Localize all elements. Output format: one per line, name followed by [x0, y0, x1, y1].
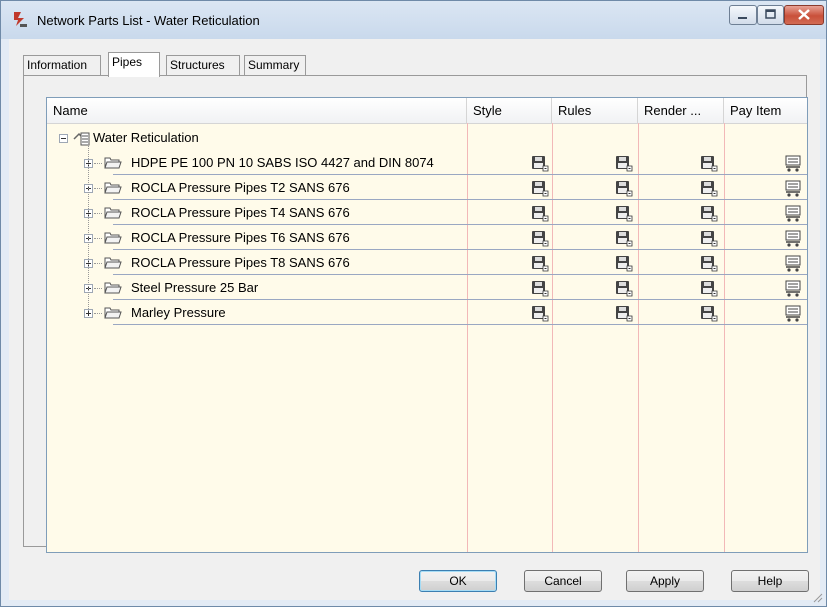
- row-separator: [113, 199, 807, 200]
- tree-connector: [94, 288, 102, 289]
- tree-row[interactable]: Steel Pressure 25 Bar: [47, 276, 807, 300]
- part-family-label: Steel Pressure 25 Bar: [131, 280, 259, 295]
- title-bar[interactable]: Network Parts List - Water Reticulation: [1, 1, 826, 39]
- column-header-rules[interactable]: Rules: [552, 98, 638, 123]
- cancel-button[interactable]: Cancel: [524, 570, 602, 592]
- tree-row[interactable]: ROCLA Pressure Pipes T2 SANS 676: [47, 176, 807, 200]
- tree-root-label: Water Reticulation: [93, 130, 199, 145]
- style-picker-icon[interactable]: [531, 305, 549, 322]
- folder-icon: [104, 207, 122, 219]
- column-divider: [807, 123, 808, 553]
- folder-icon: [104, 282, 122, 294]
- column-header-pay-item[interactable]: Pay Item: [724, 98, 807, 123]
- apply-button[interactable]: Apply: [626, 570, 704, 592]
- tree-connector: [94, 213, 102, 214]
- part-family-label: Marley Pressure: [131, 305, 226, 320]
- rules-picker-icon[interactable]: [615, 205, 633, 222]
- tree-row[interactable]: Marley Pressure: [47, 301, 807, 325]
- rules-picker-icon[interactable]: [615, 255, 633, 272]
- render-material-picker-icon[interactable]: [700, 155, 718, 172]
- column-header-style[interactable]: Style: [467, 98, 552, 123]
- parts-list-grid[interactable]: Name Style Rules Render ... Pay Item Wat…: [46, 97, 808, 553]
- help-button[interactable]: Help: [731, 570, 809, 592]
- tree-connector: [94, 263, 102, 264]
- row-separator: [113, 324, 807, 325]
- tab-information[interactable]: Information: [23, 55, 101, 75]
- render-material-picker-icon[interactable]: [700, 255, 718, 272]
- pay-item-picker-icon[interactable]: [785, 305, 803, 322]
- tree-connector: [94, 188, 102, 189]
- part-family-label: HDPE PE 100 PN 10 SABS ISO 4427 and DIN …: [131, 155, 434, 170]
- rules-picker-icon[interactable]: [615, 230, 633, 247]
- style-picker-icon[interactable]: [531, 230, 549, 247]
- rules-picker-icon[interactable]: [615, 155, 633, 172]
- part-family-label: ROCLA Pressure Pipes T2 SANS 676: [131, 180, 350, 195]
- pay-item-picker-icon[interactable]: [785, 255, 803, 272]
- pay-item-picker-icon[interactable]: [785, 230, 803, 247]
- folder-icon: [104, 157, 122, 169]
- part-family-label: ROCLA Pressure Pipes T4 SANS 676: [131, 205, 350, 220]
- pay-item-picker-icon[interactable]: [785, 280, 803, 297]
- tree-root-row[interactable]: Water Reticulation: [47, 126, 807, 150]
- maximize-icon: [765, 9, 776, 19]
- part-family-label: ROCLA Pressure Pipes T6 SANS 676: [131, 230, 350, 245]
- rules-picker-icon[interactable]: [615, 305, 633, 322]
- tree-row[interactable]: ROCLA Pressure Pipes T6 SANS 676: [47, 226, 807, 250]
- rules-picker-icon[interactable]: [615, 180, 633, 197]
- rules-picker-icon[interactable]: [615, 280, 633, 297]
- row-separator: [113, 249, 807, 250]
- tree-row[interactable]: HDPE PE 100 PN 10 SABS ISO 4427 and DIN …: [47, 151, 807, 175]
- window-title: Network Parts List - Water Reticulation: [37, 13, 260, 28]
- dialog-window: Network Parts List - Water Reticulation …: [0, 0, 827, 607]
- grid-header: Name Style Rules Render ... Pay Item: [47, 98, 807, 124]
- ok-button[interactable]: OK: [419, 570, 497, 592]
- pay-item-picker-icon[interactable]: [785, 180, 803, 197]
- render-material-picker-icon[interactable]: [700, 205, 718, 222]
- minimize-icon: [738, 17, 747, 19]
- tree-row[interactable]: ROCLA Pressure Pipes T8 SANS 676: [47, 251, 807, 275]
- row-separator: [113, 274, 807, 275]
- tree-connector: [94, 163, 102, 164]
- render-material-picker-icon[interactable]: [700, 230, 718, 247]
- folder-icon: [104, 182, 122, 194]
- render-material-picker-icon[interactable]: [700, 305, 718, 322]
- folder-icon: [104, 257, 122, 269]
- style-picker-icon[interactable]: [531, 205, 549, 222]
- render-material-picker-icon[interactable]: [700, 180, 718, 197]
- tree-connector: [94, 313, 102, 314]
- column-header-render[interactable]: Render ...: [638, 98, 724, 123]
- minimize-button[interactable]: [729, 5, 757, 25]
- row-separator: [113, 224, 807, 225]
- render-material-picker-icon[interactable]: [700, 280, 718, 297]
- civil3d-app-icon: [14, 12, 27, 27]
- resize-grip-icon[interactable]: [813, 593, 823, 603]
- style-picker-icon[interactable]: [531, 280, 549, 297]
- collapse-toggle[interactable]: [59, 134, 68, 143]
- style-picker-icon[interactable]: [531, 180, 549, 197]
- column-header-name[interactable]: Name: [47, 98, 467, 123]
- tab-structures[interactable]: Structures: [166, 55, 240, 75]
- tree-connector: [94, 238, 102, 239]
- style-picker-icon[interactable]: [531, 155, 549, 172]
- pay-item-picker-icon[interactable]: [785, 155, 803, 172]
- part-family-label: ROCLA Pressure Pipes T8 SANS 676: [131, 255, 350, 270]
- close-button[interactable]: [784, 5, 824, 25]
- folder-icon: [104, 307, 122, 319]
- close-icon: [798, 9, 810, 20]
- maximize-button[interactable]: [757, 5, 784, 25]
- pay-item-picker-icon[interactable]: [785, 205, 803, 222]
- folder-icon: [104, 232, 122, 244]
- row-separator: [113, 299, 807, 300]
- style-picker-icon[interactable]: [531, 255, 549, 272]
- tree-connector: [88, 144, 89, 311]
- tab-pipes[interactable]: Pipes: [108, 52, 160, 77]
- tree-row[interactable]: ROCLA Pressure Pipes T4 SANS 676: [47, 201, 807, 225]
- tab-summary[interactable]: Summary: [244, 55, 306, 75]
- row-separator: [113, 174, 807, 175]
